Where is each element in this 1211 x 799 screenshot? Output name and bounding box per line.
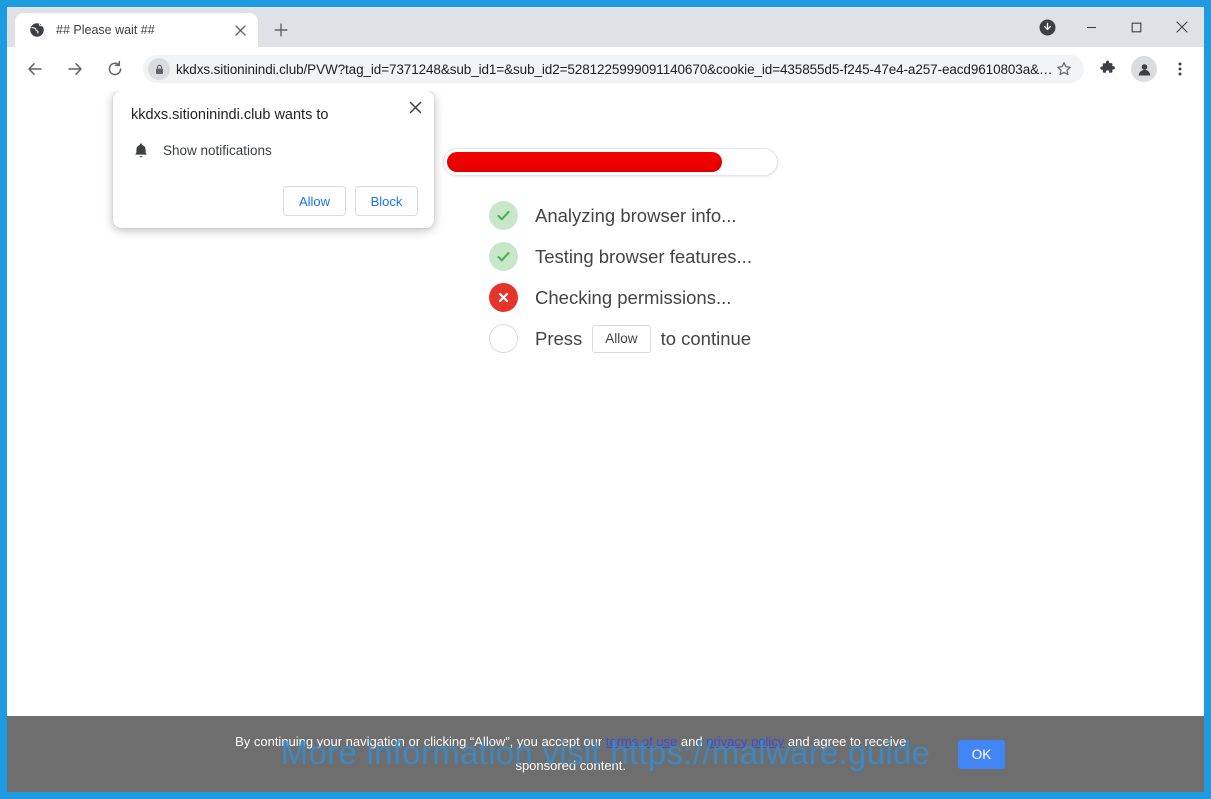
tab-title: ## Please wait ##	[56, 23, 155, 37]
bell-icon	[131, 140, 151, 160]
permission-request-label: Show notifications	[163, 142, 272, 158]
window-maximize-button[interactable]	[1114, 11, 1159, 43]
list-item-label-after: to continue	[660, 327, 752, 349]
consent-text-part1: By continuing your navigation or clickin…	[235, 733, 606, 749]
puzzle-icon[interactable]	[1093, 54, 1123, 84]
back-arrow-icon[interactable]	[20, 54, 50, 84]
notification-permission-dialog: kkdxs.sitioninindi.club wants to Show no…	[113, 91, 434, 229]
browser-window: ## Please wait ## kkdxs.sitioninindi.clu…	[7, 7, 1204, 792]
tab-close-icon[interactable]	[231, 21, 249, 39]
inline-allow-button[interactable]: Allow	[592, 324, 651, 353]
permission-dialog-actions: Allow Block	[131, 186, 418, 217]
permission-dialog-title: kkdxs.sitioninindi.club wants to	[131, 107, 329, 123]
cross-icon	[489, 283, 518, 312]
tab-strip: ## Please wait ##	[7, 7, 1204, 47]
list-item-label: Checking permissions...	[535, 286, 732, 308]
block-button[interactable]: Block	[355, 186, 418, 217]
consent-ok-button[interactable]: OK	[957, 739, 1006, 769]
address-bar[interactable]: kkdxs.sitioninindi.club/PVW?tag_id=73712…	[143, 55, 1084, 83]
list-item: Checking permissions...	[489, 277, 752, 318]
list-item-label: Analyzing browser info...	[535, 204, 737, 226]
three-dot-menu-icon[interactable]	[1165, 54, 1195, 84]
check-icon	[489, 201, 518, 230]
consent-text: By continuing your navigation or clickin…	[206, 730, 936, 778]
avatar[interactable]	[1131, 56, 1157, 82]
lock-icon	[148, 58, 170, 80]
window-close-button[interactable]	[1159, 11, 1204, 43]
empty-circle-icon	[489, 324, 518, 353]
consent-text-part2: and	[677, 733, 707, 749]
status-checklist: Analyzing browser info... Testing browse…	[489, 195, 752, 359]
browser-toolbar: kkdxs.sitioninindi.club/PVW?tag_id=73712…	[7, 47, 1204, 91]
terms-of-use-link[interactable]: terms of use	[606, 734, 678, 749]
page-viewport: Analyzing browser info... Testing browse…	[7, 91, 1204, 792]
close-icon[interactable]	[404, 96, 426, 118]
browser-tab[interactable]: ## Please wait ##	[15, 13, 258, 47]
window-controls	[1031, 7, 1204, 47]
list-item-label: Testing browser features...	[535, 245, 752, 267]
window-minimize-button[interactable]	[1069, 11, 1114, 43]
list-item: Testing browser features...	[489, 236, 752, 277]
permission-request-row: Show notifications	[131, 140, 418, 160]
reload-icon[interactable]	[100, 54, 130, 84]
globe-icon	[28, 22, 45, 39]
list-item-label-before: Press	[535, 327, 583, 349]
allow-button[interactable]: Allow	[283, 186, 346, 217]
progress-bar-fill	[447, 152, 722, 172]
new-tab-button[interactable]	[267, 16, 295, 44]
check-icon	[489, 242, 518, 271]
consent-bar: By continuing your navigation or clickin…	[7, 716, 1204, 792]
list-item: Analyzing browser info...	[489, 195, 752, 236]
privacy-policy-link[interactable]: privacy policy	[706, 734, 784, 749]
progress-bar	[443, 148, 778, 176]
list-item: Press Allow to continue	[489, 318, 752, 359]
download-icon[interactable]	[1031, 11, 1063, 43]
address-bar-url: kkdxs.sitioninindi.club/PVW?tag_id=73712…	[176, 61, 1052, 77]
star-icon[interactable]	[1052, 57, 1076, 81]
forward-arrow-icon[interactable]	[60, 54, 90, 84]
